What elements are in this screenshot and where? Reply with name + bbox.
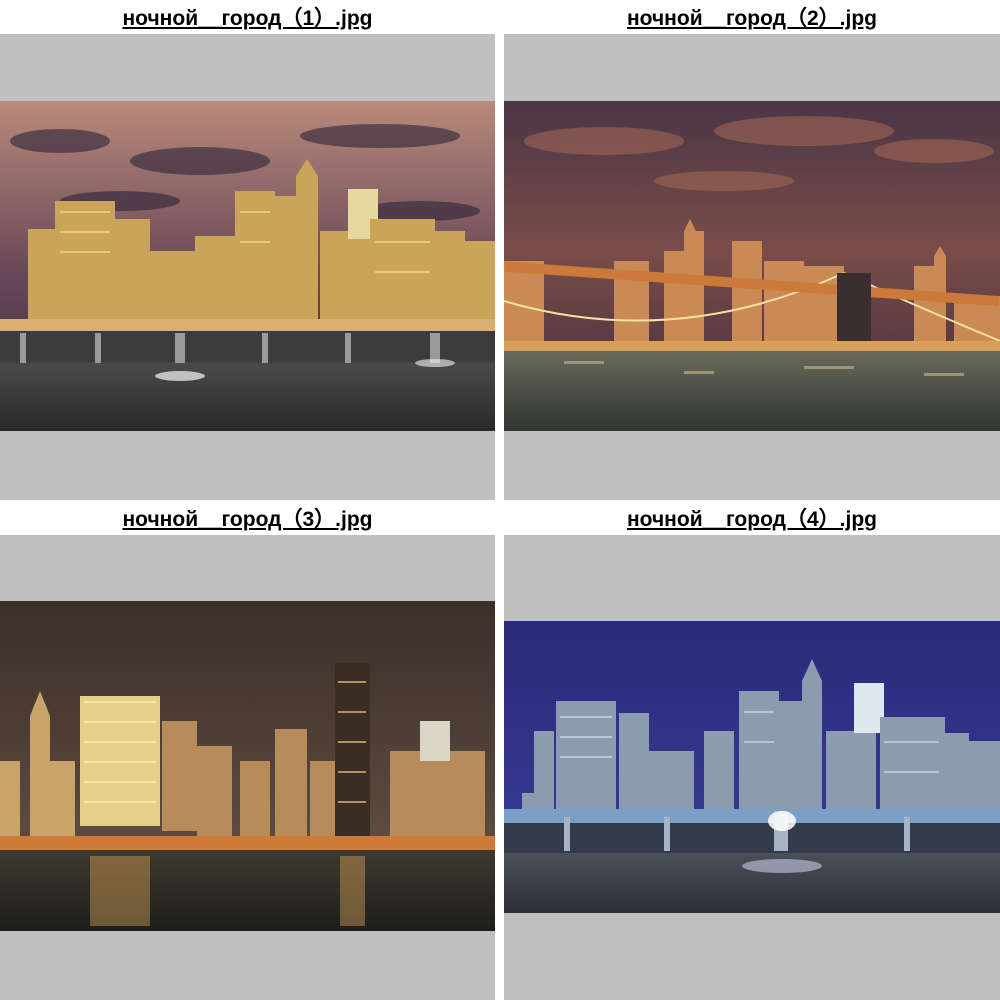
night-city-photo: [0, 601, 495, 931]
thumbnail-image[interactable]: [504, 621, 1000, 913]
file-name-link[interactable]: ночной__город（4）.jpg: [504, 501, 1000, 535]
file-name-link[interactable]: ночной__город（2）.jpg: [504, 0, 1000, 34]
night-city-photo: [0, 101, 495, 431]
gallery-item-3[interactable]: ночной__город（3）.jpg: [0, 501, 495, 1000]
gallery-item-2[interactable]: ночной__город（2）.jpg: [504, 0, 1000, 500]
gallery-item-1[interactable]: ночной__город（1）.jpg: [0, 0, 495, 500]
file-name-link[interactable]: ночной__город（3）.jpg: [0, 501, 495, 535]
night-city-photo: [504, 101, 1000, 431]
thumbnail-image[interactable]: [0, 101, 495, 431]
night-city-photo: [504, 621, 1000, 913]
thumbnail-image[interactable]: [0, 601, 495, 931]
image-gallery: ночной__город（1）.jpg ночной__город（2）.jp…: [0, 0, 1000, 1000]
gallery-item-4[interactable]: ночной__город（4）.jpg: [504, 501, 1000, 1000]
thumbnail-image[interactable]: [504, 101, 1000, 431]
file-name-link[interactable]: ночной__город（1）.jpg: [0, 0, 495, 34]
